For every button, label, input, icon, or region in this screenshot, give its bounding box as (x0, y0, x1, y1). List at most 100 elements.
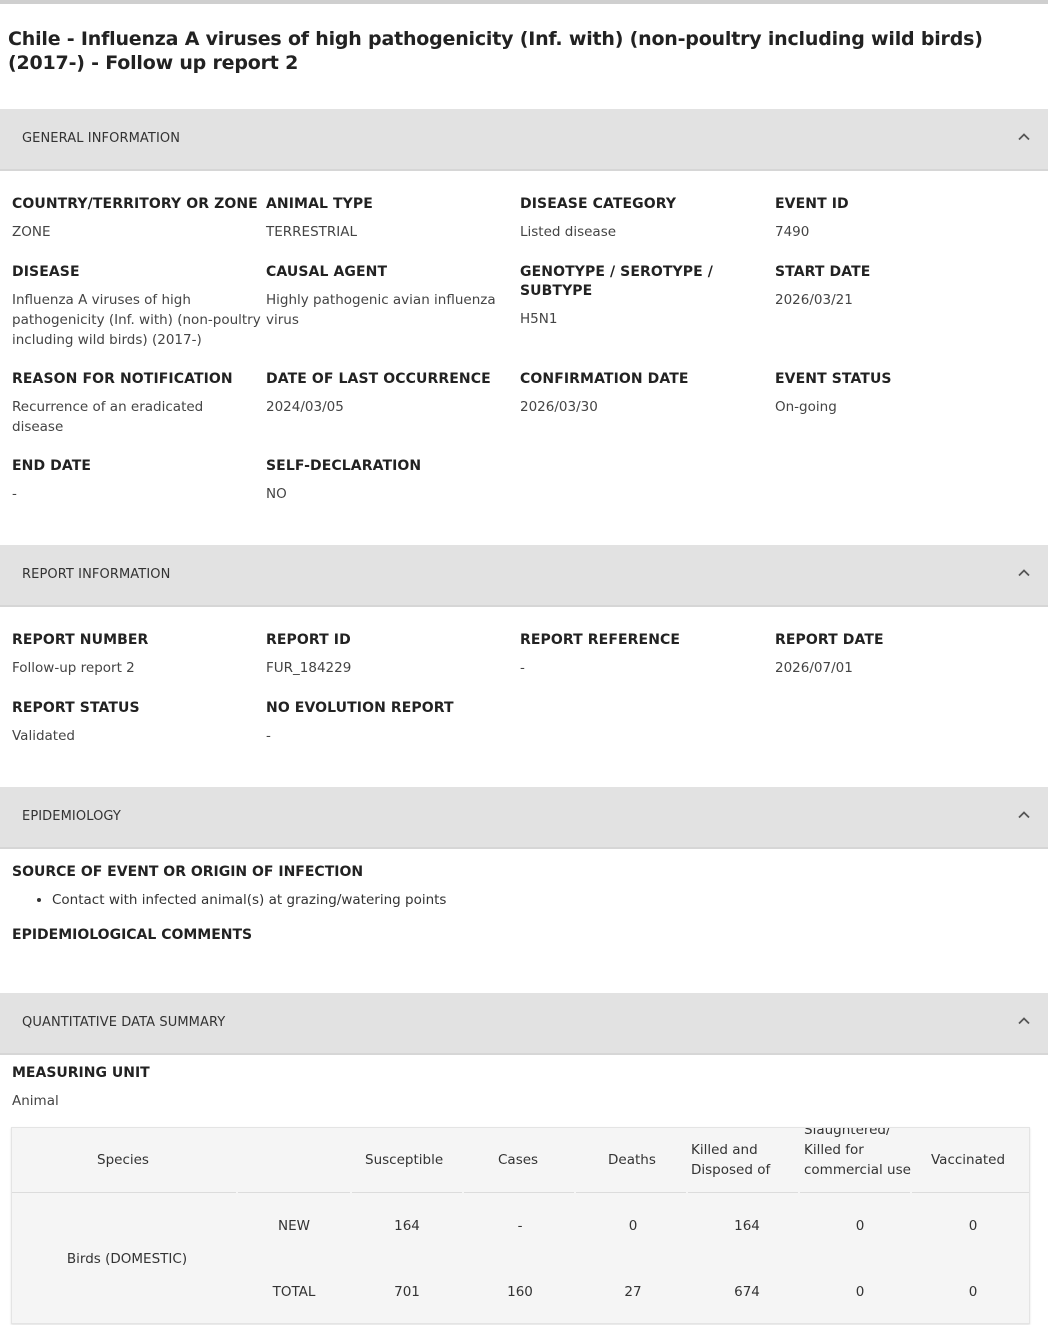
measuring-unit-label: MEASURING UNIT (12, 1065, 150, 1081)
field-label: ANIMAL TYPE (266, 196, 373, 212)
table-cell: 0 (855, 1218, 865, 1234)
header-divider (576, 1192, 686, 1193)
field-value: H5N1 (520, 311, 558, 327)
field-value: FUR_184229 (266, 660, 352, 676)
event-status-field: EVENT STATUS On-going (775, 370, 1025, 417)
epidemiological-comments-label: EPIDEMIOLOGICAL COMMENTS (12, 927, 253, 943)
no-evolution-field: NO EVOLUTION REPORT - (266, 699, 516, 746)
field-value: ZONE (12, 224, 51, 240)
table-cell: 701 (394, 1284, 420, 1300)
row-type-total: TOTAL (272, 1284, 316, 1300)
quantitative-data-table: Species Susceptible Cases Deaths Killed … (11, 1127, 1030, 1324)
column-header-species: Species (97, 1152, 149, 1168)
table-cell: - (517, 1218, 523, 1234)
report-id-field: REPORT ID FUR_184229 (266, 631, 516, 678)
chevron-up-icon[interactable] (1016, 129, 1032, 145)
field-label: EVENT ID (775, 196, 849, 212)
epidemiology-header[interactable]: EPIDEMIOLOGY (0, 787, 1048, 849)
header-divider (912, 1192, 1029, 1193)
species-cell: Birds (DOMESTIC) (66, 1251, 188, 1267)
report-status-field: REPORT STATUS Validated (12, 699, 262, 746)
field-label: CAUSAL AGENT (266, 264, 388, 280)
chevron-up-icon[interactable] (1016, 1013, 1032, 1029)
field-label: SELF-DECLARATION (266, 458, 422, 474)
table-cell: 0 (968, 1218, 978, 1234)
disease-field: DISEASE Influenza A viruses of high path… (12, 263, 262, 350)
column-header-vaccinated: Vaccinated (931, 1152, 1006, 1168)
section-title: EPIDEMIOLOGY (22, 809, 121, 824)
source-list: Contact with infected animal(s) at grazi… (52, 889, 446, 911)
field-value: Recurrence of an eradicated disease (12, 399, 204, 435)
header-divider (352, 1192, 462, 1193)
field-label: DISEASE (12, 264, 80, 280)
field-label: START DATE (775, 264, 871, 280)
confirmation-date-field: CONFIRMATION DATE 2026/03/30 (520, 370, 770, 417)
column-header-slaughtered: Slaughtered/ Killed for commercial use (804, 1127, 911, 1178)
chevron-up-icon[interactable] (1016, 807, 1032, 823)
row-type-new: NEW (278, 1218, 310, 1234)
field-label: REPORT STATUS (12, 700, 140, 716)
field-value: Validated (12, 728, 75, 744)
field-label: EVENT STATUS (775, 371, 892, 387)
field-label: GENOTYPE / SEROTYPE / SUBTYPE (520, 264, 713, 299)
field-value: - (520, 660, 525, 676)
column-header-cases: Cases (498, 1152, 539, 1168)
field-label: CONFIRMATION DATE (520, 371, 689, 387)
section-title: QUANTITATIVE DATA SUMMARY (22, 1015, 226, 1030)
table-cell: 164 (394, 1218, 420, 1234)
field-value: NO (266, 486, 287, 502)
field-value: 2026/03/30 (520, 399, 598, 415)
event-id-field: EVENT ID 7490 (775, 195, 1025, 242)
field-label: NO EVOLUTION REPORT (266, 700, 454, 716)
quantitative-data-header[interactable]: QUANTITATIVE DATA SUMMARY (0, 993, 1048, 1055)
field-value: Highly pathogenic avian influenza virus (266, 292, 496, 328)
field-value: 7490 (775, 224, 810, 240)
section-title: REPORT INFORMATION (22, 567, 171, 582)
column-header-killed: Killed and Disposed of (691, 1142, 771, 1178)
list-item: Contact with infected animal(s) at grazi… (52, 889, 446, 911)
report-information-header[interactable]: REPORT INFORMATION (0, 545, 1048, 607)
field-label: REPORT REFERENCE (520, 632, 681, 648)
table-cell: 164 (734, 1218, 760, 1234)
last-occurrence-field: DATE OF LAST OCCURRENCE 2024/03/05 (266, 370, 516, 417)
table-cell: 27 (624, 1284, 642, 1300)
field-label: REPORT ID (266, 632, 351, 648)
field-value: On-going (775, 399, 837, 415)
field-label: COUNTRY/TERRITORY OR ZONE (12, 196, 258, 212)
header-divider (464, 1192, 574, 1193)
general-information-header[interactable]: GENERAL INFORMATION (0, 109, 1048, 171)
header-divider (688, 1192, 798, 1193)
field-value: TERRESTRIAL (266, 224, 357, 240)
field-label: DATE OF LAST OCCURRENCE (266, 371, 491, 387)
field-value: Listed disease (520, 224, 617, 240)
table-cell: 160 (507, 1284, 533, 1300)
start-date-field: START DATE 2026/03/21 (775, 263, 1025, 310)
header-divider (12, 1192, 236, 1193)
top-divider (0, 0, 1048, 4)
report-reference-field: REPORT REFERENCE - (520, 631, 770, 678)
chevron-up-icon[interactable] (1016, 565, 1032, 581)
field-label: DISEASE CATEGORY (520, 196, 677, 212)
field-value: - (266, 728, 271, 744)
column-header-deaths: Deaths (608, 1152, 656, 1168)
field-value: 2026/07/01 (775, 660, 853, 676)
table-cell: 0 (628, 1218, 638, 1234)
animal-type-field: ANIMAL TYPE TERRESTRIAL (266, 195, 516, 242)
column-header-susceptible: Susceptible (365, 1152, 444, 1168)
field-value: Influenza A viruses of high pathogenicit… (12, 292, 261, 348)
country-field: COUNTRY/TERRITORY OR ZONE ZONE (12, 195, 262, 242)
table-cell: 674 (734, 1284, 760, 1300)
table-cell: 0 (968, 1284, 978, 1300)
field-value: - (12, 486, 17, 502)
header-divider (800, 1192, 910, 1193)
self-declaration-field: SELF-DECLARATION NO (266, 457, 516, 504)
field-value: 2026/03/21 (775, 292, 853, 308)
field-label: REPORT DATE (775, 632, 884, 648)
report-date-field: REPORT DATE 2026/07/01 (775, 631, 1025, 678)
causal-agent-field: CAUSAL AGENT Highly pathogenic avian inf… (266, 263, 516, 330)
field-value: 2024/03/05 (266, 399, 344, 415)
field-label: END DATE (12, 458, 92, 474)
disease-category-field: DISEASE CATEGORY Listed disease (520, 195, 770, 242)
reason-field: REASON FOR NOTIFICATION Recurrence of an… (12, 370, 252, 437)
field-label: REPORT NUMBER (12, 632, 149, 648)
